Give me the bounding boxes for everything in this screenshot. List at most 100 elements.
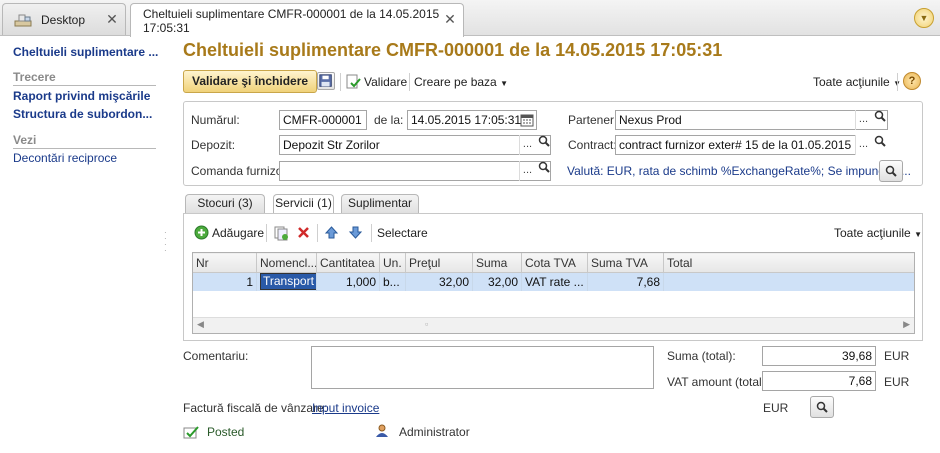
date-field[interactable]: 14.05.2015 17:05:31 [407,110,537,130]
section-tabs: Stocuri (3) Servicii (1) Suplimentar [183,194,923,214]
close-icon[interactable]: ✕ [105,12,119,26]
cell-item[interactable]: Transport [256,272,317,291]
toolbar-divider [897,73,898,91]
help-icon[interactable]: ? [903,72,921,90]
input-invoice-link[interactable]: Input invoice [312,401,379,415]
column-header-cota-tva[interactable]: Cota TVA [521,252,588,273]
warehouse-choose-button[interactable]: ... [519,135,535,155]
number-field[interactable]: CMFR-000001 [279,110,367,130]
search-icon[interactable] [535,135,553,155]
create-based-on-menu[interactable]: Creare pe baza ▼ [414,75,508,89]
cell-total[interactable] [663,272,915,291]
search-icon[interactable] [871,135,889,155]
scroll-thumb-grip[interactable]: ▫ [425,319,428,329]
user-icon [376,424,388,437]
tab-active-label: Cheltuieli suplimentare CMFR-000001 de l… [143,6,440,35]
numarul-label: Numărul: [191,113,240,127]
chevron-down-icon: ▼ [914,230,922,239]
invoice-currency: EUR [763,401,789,415]
column-header-suma-tva[interactable]: Suma TVA [587,252,664,273]
tab-stocuri[interactable]: Stocuri (3) [185,194,265,213]
calendar-icon[interactable] [520,113,534,127]
contract-choose-button[interactable]: ... [855,135,871,155]
panel-splitter-handle[interactable]: · · · · [164,229,168,256]
column-header-nr[interactable]: Nr [192,252,257,273]
total-sum-field[interactable]: 39,68 [762,346,876,366]
currency-search-button[interactable] [879,160,903,182]
date-label: de la: [374,113,404,127]
cell-price[interactable]: 32,00 [405,272,473,291]
column-header-nomenclatura[interactable]: Nomencl... [256,252,317,273]
add-icon [194,225,209,240]
invoice-search-button[interactable] [810,396,834,418]
copy-row-icon[interactable] [273,225,289,241]
select-button[interactable]: Selectare [377,226,428,240]
cell-nr[interactable]: 1 [192,272,257,291]
post-and-close-button[interactable]: Validare şi închidere [183,70,318,93]
column-header-unitate[interactable]: Un. [379,252,406,273]
search-icon [816,401,828,413]
comment-textarea[interactable] [311,346,654,389]
window-tab-bar: Desktop ✕ Cheltuieli suplimentare CMFR-0… [0,0,940,37]
nav-current-item[interactable]: Cheltuieli suplimentare ... [13,45,158,59]
cell-qty[interactable]: 1,000 [316,272,380,291]
table-all-actions-menu[interactable]: Toate acţiunile ▼ [834,226,922,240]
column-header-pretul[interactable]: Preţul [405,252,473,273]
toolbar-divider [371,224,372,242]
desktop-icon [14,14,32,26]
cell-sum[interactable]: 32,00 [472,272,522,291]
search-icon [885,165,897,177]
toolbar-divider [409,73,410,91]
command-bar: Validare şi închidere Validare Creare pe… [183,70,925,94]
cell-unit[interactable]: b... [379,272,406,291]
nav-link-structura[interactable]: Structura de subordon... [13,107,152,121]
table-header-row: Nr Nomencl... Cantitatea Un. Preţul Suma… [192,252,915,273]
partner-choose-button[interactable]: ... [855,110,871,130]
validare-button[interactable]: Validare [364,75,407,89]
tab-desktop[interactable]: Desktop ✕ [2,3,126,35]
vat-total-field[interactable]: 7,68 [762,371,876,391]
scroll-left-icon[interactable]: ◀ [197,319,204,330]
warehouse-field[interactable]: Depozit Str Zorilor [279,135,551,155]
column-header-suma[interactable]: Suma [472,252,522,273]
toolbar-divider [317,224,318,242]
left-navigation-panel: Cheltuieli suplimentare ... Trecere Rapo… [0,37,164,453]
supplier-order-field[interactable] [279,161,551,181]
tab-servicii[interactable]: Servicii (1) [273,194,334,214]
column-header-total[interactable]: Total [663,252,915,273]
cell-vat-rate[interactable]: VAT rate ... [521,272,588,291]
add-row-button[interactable]: Adăugare [212,226,264,240]
save-icon[interactable] [317,72,335,90]
nav-link-decontari[interactable]: Decontări reciproce [13,151,117,165]
all-actions-menu[interactable]: Toate acţiunile ▼ [813,75,901,89]
supplier-order-choose-button[interactable]: ... [519,161,535,181]
horizontal-scrollbar[interactable]: ◀ ▫ ▶ [193,317,914,333]
move-down-icon[interactable] [348,225,363,240]
search-icon[interactable] [871,110,889,130]
scroll-right-icon[interactable]: ▶ [903,319,910,330]
toolbar-divider [266,224,267,242]
page-title: Cheltuieli suplimentare CMFR-000001 de l… [183,40,723,60]
cell-vat-sum[interactable]: 7,68 [587,272,664,291]
create-based-on-label: Creare pe baza [414,75,497,89]
nav-link-raport[interactable]: Raport privind mişcările [13,89,150,103]
vat-total-label: VAT amount (total): [667,375,770,389]
services-tab-panel: Adăugare Selectare Toate acţiunile ▼ Nr … [183,213,923,341]
contract-field[interactable]: contract furnizor exter# 15 de la 01.05.… [615,135,888,155]
total-sum-label: Suma (total): [667,349,736,363]
chevron-down-icon: ▼ [500,79,508,88]
tab-active-document[interactable]: Cheltuieli suplimentare CMFR-000001 de l… [130,3,464,37]
tab-suplimentar[interactable]: Suplimentar [341,194,419,213]
nav-group-vezi: Vezi [13,133,156,149]
table-all-actions-label: Toate acţiunile [834,226,911,240]
delete-icon[interactable] [297,226,310,239]
move-up-icon[interactable] [324,225,339,240]
partner-field[interactable]: Nexus Prod [615,110,888,130]
close-icon[interactable]: ✕ [443,12,457,26]
table-row[interactable]: 1 Transport 1,000 b... 32,00 32,00 VAT r… [192,272,915,291]
contract-label: Contract: [568,138,617,152]
column-header-cantitatea[interactable]: Cantitatea [316,252,380,273]
tabs-menu-chevron-down-icon[interactable]: ▼ [914,8,934,28]
search-icon[interactable] [535,161,553,181]
currency-rate-link[interactable]: Valută: EUR, rata de schimb %ExchangeRat… [567,164,911,178]
